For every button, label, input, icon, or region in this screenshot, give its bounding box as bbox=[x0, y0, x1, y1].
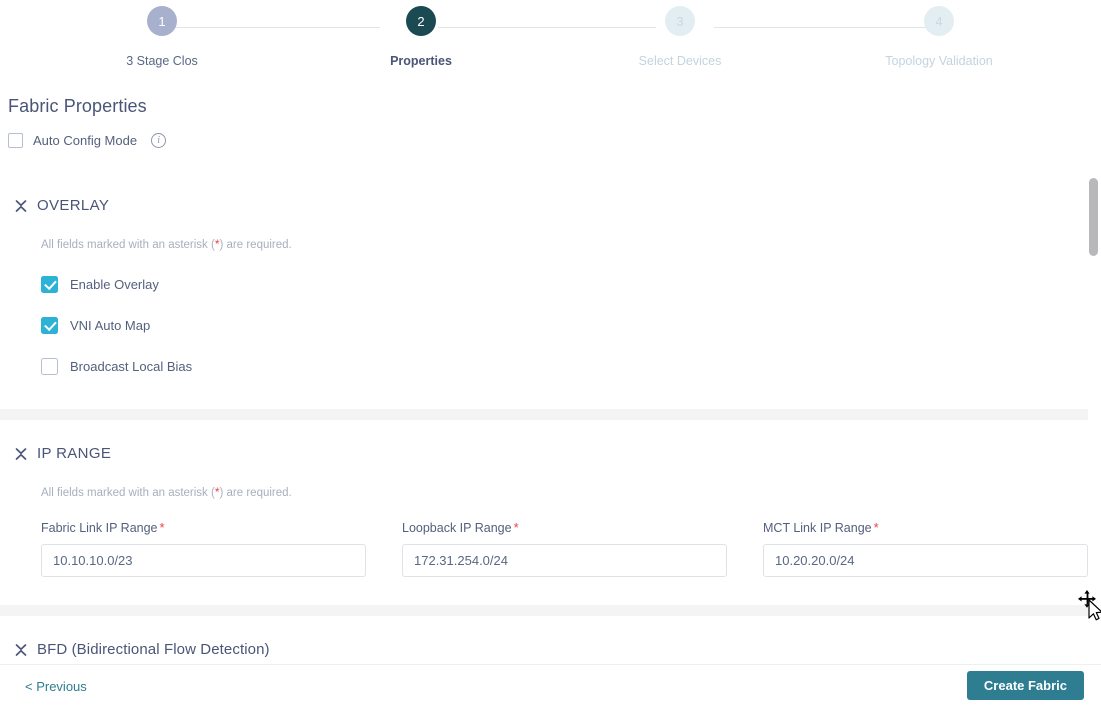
field-label-text: MCT Link IP Range bbox=[763, 521, 872, 535]
checkbox-row-enable-overlay[interactable]: Enable Overlay bbox=[41, 267, 1088, 301]
auto-config-mode-row[interactable]: Auto Config Mode i bbox=[8, 133, 1101, 148]
properties-scroll-area[interactable]: OVERLAY All fields marked with an asteri… bbox=[0, 172, 1088, 664]
wizard-footer: < Previous Create Fabric bbox=[0, 664, 1101, 713]
broadcast-local-bias-label: Broadcast Local Bias bbox=[70, 358, 193, 374]
vertical-scrollbar-thumb[interactable] bbox=[1089, 178, 1098, 256]
checkbox-row-vni-auto-map[interactable]: VNI Auto Map bbox=[41, 308, 1088, 342]
stepper-step-1[interactable]: 1 3 Stage Clos bbox=[72, 6, 252, 68]
page-title: Fabric Properties bbox=[8, 96, 147, 116]
vertical-scrollbar[interactable] bbox=[1089, 172, 1098, 664]
loopback-ip-range-input[interactable] bbox=[402, 544, 727, 577]
checkbox-row-broadcast-local-bias[interactable]: Broadcast Local Bias bbox=[41, 349, 1088, 383]
page-header: Fabric Properties Auto Config Mode i bbox=[0, 82, 1101, 216]
section-title-overlay: OVERLAY bbox=[37, 197, 110, 214]
field-label-text: Fabric Link IP Range bbox=[41, 521, 158, 535]
field-label-text: Loopback IP Range bbox=[402, 521, 512, 535]
vni-auto-map-label: VNI Auto Map bbox=[70, 317, 151, 333]
enable-overlay-checkbox[interactable] bbox=[41, 275, 58, 293]
vni-auto-map-checkbox[interactable] bbox=[41, 316, 58, 334]
section-title-ip-range: IP RANGE bbox=[37, 445, 112, 462]
field-label-mct-link-ip-range: MCT Link IP Range * bbox=[763, 520, 1088, 535]
stepper-step-4-label: Topology Validation bbox=[885, 54, 993, 68]
field-mct-link-ip-range: MCT Link IP Range * bbox=[763, 520, 1088, 577]
create-fabric-button[interactable]: Create Fabric bbox=[966, 671, 1084, 700]
required-note-text-before: All fields marked with an asterisk ( bbox=[41, 239, 215, 251]
stepper-step-4-circle[interactable]: 4 bbox=[924, 6, 954, 36]
previous-button[interactable]: < Previous bbox=[25, 679, 87, 694]
fabric-link-ip-range-input[interactable] bbox=[41, 544, 366, 577]
wizard-stepper: 1 3 Stage Clos 2 Properties 3 Select Dev… bbox=[0, 0, 1101, 82]
stepper-step-2-label: Properties bbox=[390, 54, 452, 68]
field-fabric-link-ip-range: Fabric Link IP Range * bbox=[41, 520, 366, 577]
section-card-overlay: OVERLAY All fields marked with an asteri… bbox=[0, 172, 1088, 409]
stepper-step-3-circle[interactable]: 3 bbox=[665, 6, 695, 36]
ip-range-fields: Fabric Link IP Range* Loopback IP Range*… bbox=[0, 499, 1088, 605]
section-header-bfd[interactable]: BFD (Bidirectional Flow Detection) bbox=[0, 616, 1088, 658]
collapse-icon[interactable] bbox=[14, 446, 28, 462]
required-asterisk: * bbox=[513, 520, 519, 535]
mct-link-ip-range-input[interactable] bbox=[763, 544, 1088, 577]
section-card-bfd: BFD (Bidirectional Flow Detection) bbox=[0, 616, 1088, 664]
stepper-step-3[interactable]: 3 Select Devices bbox=[590, 6, 770, 68]
section-header-ip-range[interactable]: IP RANGE bbox=[0, 420, 1088, 462]
field-label-fabric-link-ip-range: Fabric Link IP Range * bbox=[41, 520, 366, 535]
auto-config-mode-checkbox[interactable] bbox=[8, 133, 23, 148]
required-note-text-before: All fields marked with an asterisk ( bbox=[41, 487, 215, 499]
required-note-ip-range: All fields marked with an asterisk (*) a… bbox=[0, 462, 1088, 499]
field-label-loopback-ip-range: Loopback IP Range * bbox=[402, 520, 727, 535]
section-header-overlay[interactable]: OVERLAY bbox=[0, 172, 1088, 214]
section-card-ip-range: IP RANGE All fields marked with an aster… bbox=[0, 420, 1088, 605]
stepper-step-3-label: Select Devices bbox=[638, 54, 722, 68]
collapse-icon[interactable] bbox=[14, 642, 28, 658]
required-note-overlay: All fields marked with an asterisk (*) a… bbox=[0, 214, 1088, 251]
stepper-step-1-circle[interactable]: 1 bbox=[147, 6, 177, 36]
info-icon[interactable]: i bbox=[151, 133, 167, 148]
enable-overlay-label: Enable Overlay bbox=[70, 276, 159, 292]
broadcast-local-bias-checkbox[interactable] bbox=[41, 357, 58, 375]
required-note-text-after: ) are required. bbox=[219, 239, 292, 251]
stepper-step-4[interactable]: 4 Topology Validation bbox=[849, 6, 1029, 68]
stepper-step-1-label: 3 Stage Clos bbox=[126, 54, 198, 68]
stepper-step-2[interactable]: 2 Properties bbox=[331, 6, 511, 68]
required-asterisk: * bbox=[873, 520, 879, 535]
stepper-step-2-circle[interactable]: 2 bbox=[406, 6, 436, 36]
collapse-icon[interactable] bbox=[14, 198, 28, 214]
required-note-text-after: ) are required. bbox=[219, 487, 292, 499]
section-title-bfd: BFD (Bidirectional Flow Detection) bbox=[37, 641, 270, 658]
field-loopback-ip-range: Loopback IP Range * bbox=[402, 520, 727, 577]
auto-config-mode-label: Auto Config Mode bbox=[33, 133, 138, 148]
overlay-checkbox-group: Enable Overlay VNI Auto Map Broadcast Lo… bbox=[0, 251, 1088, 409]
required-asterisk: * bbox=[159, 520, 165, 535]
